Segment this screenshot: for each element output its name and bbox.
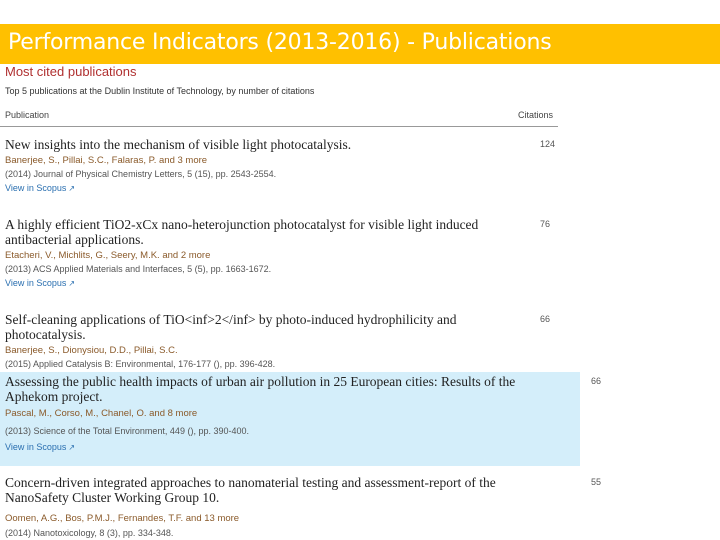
external-link-icon: ↗ xyxy=(68,443,76,452)
publication-row-highlighted: Assessing the public health impacts of u… xyxy=(0,372,601,466)
view-in-scopus-label: View in Scopus xyxy=(5,278,67,288)
publication-row: Concern-driven integrated approaches to … xyxy=(0,475,601,540)
title-banner: Performance Indicators (2013-2016) - Pub… xyxy=(0,24,720,64)
widget-subtitle: Top 5 publications at the Dublin Institu… xyxy=(5,86,315,96)
column-header-publication: Publication xyxy=(5,110,50,120)
publication-source: (2015) Applied Catalysis B: Environmenta… xyxy=(5,359,276,369)
publication-authors: Banerjee, S., Pillai, S.C., Falaras, P. … xyxy=(5,155,208,166)
citation-count: 66 xyxy=(591,376,602,386)
publication-row: New insights into the mechanism of visib… xyxy=(0,137,560,217)
publication-authors: Etacheri, V., Michlits, G., Seery, M.K. … xyxy=(5,250,211,261)
citation-count: 55 xyxy=(591,477,602,487)
publication-title[interactable]: Assessing the public health impacts of u… xyxy=(5,374,517,404)
view-in-scopus-link[interactable]: View in Scopus ↗ xyxy=(5,183,75,193)
external-link-icon: ↗ xyxy=(68,184,76,193)
publication-authors: Oomen, A.G., Bos, P.M.J., Fernandes, T.F… xyxy=(5,513,240,524)
publication-title[interactable]: A highly efficient TiO2-xCx nano-heteroj… xyxy=(5,217,517,247)
publication-title[interactable]: Concern-driven integrated approaches to … xyxy=(5,475,517,505)
citation-count: 76 xyxy=(540,219,551,229)
publication-title[interactable]: Self-cleaning applications of TiO<inf>2<… xyxy=(5,312,517,342)
publication-row: Self-cleaning applications of TiO<inf>2<… xyxy=(0,312,560,372)
citation-count: 66 xyxy=(540,314,551,324)
view-in-scopus-label: View in Scopus xyxy=(5,442,67,452)
publication-source: (2013) ACS Applied Materials and Interfa… xyxy=(5,264,272,274)
publication-authors: Pascal, M., Corso, M., Chanel, O. and 8 … xyxy=(5,408,198,419)
publication-source: (2014) Nanotoxicology, 8 (3), pp. 334-34… xyxy=(5,528,174,538)
publication-title[interactable]: New insights into the mechanism of visib… xyxy=(5,137,517,152)
publication-row: A highly efficient TiO2-xCx nano-heteroj… xyxy=(0,217,560,312)
page-title: Performance Indicators (2013-2016) - Pub… xyxy=(8,30,552,55)
publication-source: (2014) Journal of Physical Chemistry Let… xyxy=(5,169,277,179)
citation-count: 124 xyxy=(540,139,556,149)
publication-authors: Banerjee, S., Dionysiou, D.D., Pillai, S… xyxy=(5,345,178,356)
publication-source: (2013) Science of the Total Environment,… xyxy=(5,426,249,436)
column-header-citations: Citations xyxy=(518,110,554,120)
external-link-icon: ↗ xyxy=(68,279,76,288)
view-in-scopus-link[interactable]: View in Scopus ↗ xyxy=(5,278,75,288)
view-in-scopus-label: View in Scopus xyxy=(5,183,67,193)
widget-title: Most cited publications xyxy=(5,64,137,79)
header-divider xyxy=(0,126,558,127)
view-in-scopus-link[interactable]: View in Scopus ↗ xyxy=(5,442,75,452)
